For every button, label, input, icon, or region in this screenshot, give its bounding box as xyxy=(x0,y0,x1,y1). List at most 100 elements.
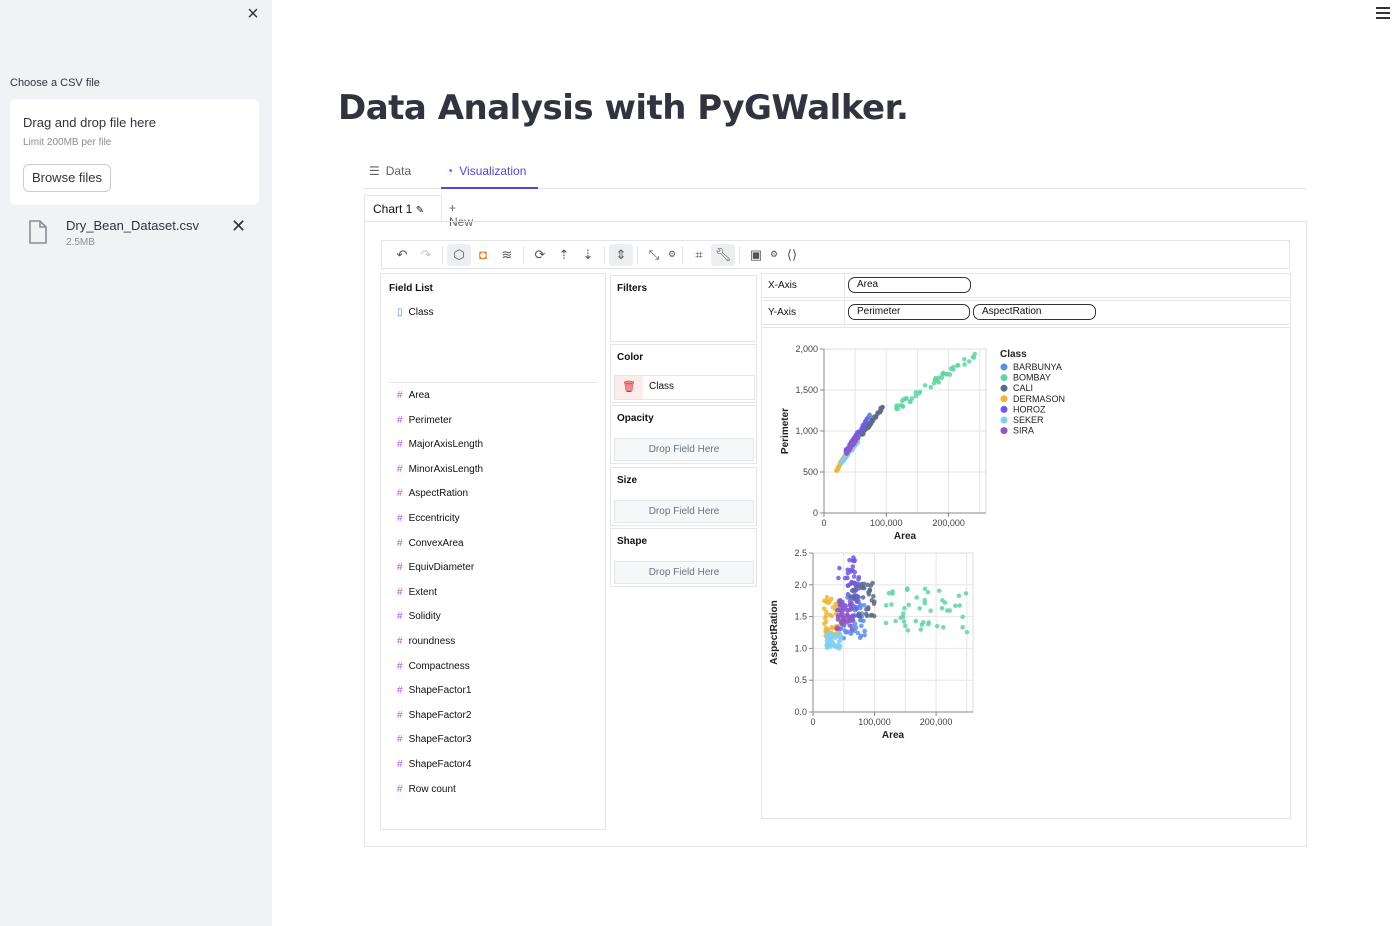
tab-data[interactable]: ☰ Data xyxy=(369,164,411,189)
measure-field[interactable]: # Compactness xyxy=(397,661,470,672)
measure-field-label: Solidity xyxy=(408,611,441,623)
scatter-point xyxy=(936,375,942,380)
sort-desc-icon[interactable]: ⇣ xyxy=(576,244,600,266)
y-axis-field-pill[interactable]: AspectRation xyxy=(973,304,1096,320)
sort-asc-icon[interactable]: ⇡ xyxy=(552,244,576,266)
measure-field[interactable]: # MajorAxisLength xyxy=(397,439,483,450)
mark-shape-icon[interactable]: ◘ xyxy=(471,244,495,266)
x-axis-field-pill[interactable]: Area xyxy=(848,277,971,293)
scatter-point xyxy=(832,635,838,641)
chart-icon: ◔ xyxy=(446,164,454,178)
y-axis-field-pill[interactable]: Perimeter xyxy=(848,304,970,320)
main-menu-icon[interactable] xyxy=(1376,7,1390,19)
scatter-point xyxy=(860,595,866,600)
export-settings-icon[interactable]: ⚙ xyxy=(768,244,780,266)
chart-tab-active[interactable]: Chart 1 ✎ xyxy=(364,195,442,222)
transpose-icon[interactable]: ⟳ xyxy=(528,244,552,266)
measure-field[interactable]: # Row count xyxy=(397,784,456,795)
shape-drop-zone[interactable]: Drop Field Here xyxy=(614,561,754,584)
measure-field[interactable]: # ShapeFactor1 xyxy=(397,685,471,696)
scatter-point xyxy=(862,421,868,426)
redo-icon[interactable]: ↷ xyxy=(414,244,438,266)
scatter-point xyxy=(869,598,875,603)
layers-icon[interactable]: ≋ xyxy=(495,244,519,266)
code-export-icon[interactable]: ⟨⟩ xyxy=(780,244,804,266)
filters-shelf[interactable]: Filters xyxy=(610,275,757,342)
brush-icon[interactable]: ⌗ xyxy=(687,244,711,266)
measure-field[interactable]: # Perimeter xyxy=(397,415,452,426)
measure-field[interactable]: # MinorAxisLength xyxy=(397,464,483,475)
measure-field[interactable]: # EquivDiameter xyxy=(397,562,474,573)
legend-label: BOMBAY xyxy=(1013,373,1051,383)
browse-files-button[interactable]: Browse files xyxy=(23,164,111,192)
measure-field[interactable]: # ShapeFactor3 xyxy=(397,734,471,745)
measure-icon: # xyxy=(397,390,403,401)
remove-file-icon[interactable]: ✕ xyxy=(231,216,246,237)
measure-field-label: Perimeter xyxy=(408,414,452,426)
export-image-icon[interactable]: ▣ xyxy=(744,244,768,266)
file-dropzone[interactable]: Drag and drop file here Limit 200MB per … xyxy=(10,99,259,205)
trash-icon[interactable]: 🗑︎ xyxy=(615,376,643,399)
stack-icon[interactable]: ⇕ xyxy=(609,243,633,266)
measure-field-label: Eccentricity xyxy=(408,513,460,524)
size-drop-zone[interactable]: Drop Field Here xyxy=(614,500,754,523)
scatter-point xyxy=(940,370,946,376)
legend-label: DERMASON xyxy=(1013,394,1065,404)
scatter-point xyxy=(900,403,906,409)
scatter-point xyxy=(859,623,864,629)
measure-field[interactable]: # ConvexArea xyxy=(397,538,464,549)
measure-icon: # xyxy=(397,783,403,795)
scatter-point xyxy=(831,641,836,647)
measure-field[interactable]: # Extent xyxy=(397,587,437,598)
measure-field[interactable]: # Solidity xyxy=(397,611,441,622)
scatter-point xyxy=(918,627,924,632)
scatter-point xyxy=(851,574,857,579)
scatter-point xyxy=(826,631,832,636)
resize-icon[interactable]: ⤡ xyxy=(642,244,666,266)
scatter-point xyxy=(871,593,876,599)
scatter-point xyxy=(871,414,877,419)
measure-icon: # xyxy=(397,611,403,623)
scatter-point xyxy=(939,605,945,611)
color-field-chip[interactable]: 🗑︎ Class xyxy=(614,375,755,400)
scatter-point xyxy=(903,395,909,401)
scatter-point xyxy=(902,623,908,629)
scatter-point xyxy=(824,642,830,648)
measure-field-label: Area xyxy=(408,390,430,401)
opacity-drop-zone[interactable]: Drop Field Here xyxy=(614,438,754,461)
scatter-point xyxy=(857,429,862,435)
measure-field[interactable]: # roundness xyxy=(397,636,455,647)
scatter-point xyxy=(883,603,889,608)
dimension-field[interactable]: ▯ Class xyxy=(397,307,434,318)
measure-icon: # xyxy=(397,414,403,426)
close-sidebar-icon[interactable]: × xyxy=(244,4,262,24)
x-tick-label: 200,000 xyxy=(932,518,965,528)
tab-visualization[interactable]: ◔ Visualization xyxy=(441,164,538,189)
measure-field-label: Compactness xyxy=(408,660,470,672)
measure-field[interactable]: # Area xyxy=(397,390,430,401)
measure-field[interactable]: # AspectRation xyxy=(397,488,468,499)
measure-field-label: Extent xyxy=(408,586,437,598)
legend-swatch xyxy=(1000,363,1008,371)
scatter-point xyxy=(847,598,853,604)
chart-tab-label: Chart 1 xyxy=(373,202,413,216)
y-tick-label: 1,500 xyxy=(795,385,818,395)
scatter-point xyxy=(925,589,931,595)
measure-field[interactable]: # ShapeFactor2 xyxy=(397,710,471,721)
measure-field-label: ShapeFactor2 xyxy=(408,709,472,721)
scatter-point xyxy=(948,366,954,372)
scatter-point xyxy=(857,613,863,619)
scatter-point xyxy=(914,595,920,600)
measure-icon: # xyxy=(397,586,403,598)
edit-icon[interactable]: ✎ xyxy=(416,205,424,216)
x-axis-title: Area xyxy=(882,730,905,741)
mark-type-icon[interactable]: ⬡ xyxy=(447,243,471,266)
scatter-point xyxy=(870,580,875,586)
wrench-icon[interactable]: 🔧︎ xyxy=(711,243,735,266)
resize-settings-icon[interactable]: ⚙ xyxy=(666,244,678,266)
measure-field[interactable]: # Eccentricity xyxy=(397,513,460,524)
scatter-point xyxy=(970,354,976,360)
undo-icon[interactable]: ↶ xyxy=(390,244,414,266)
color-shelf: Color 🗑︎ Class xyxy=(610,344,757,403)
measure-field[interactable]: # ShapeFactor4 xyxy=(397,759,471,770)
